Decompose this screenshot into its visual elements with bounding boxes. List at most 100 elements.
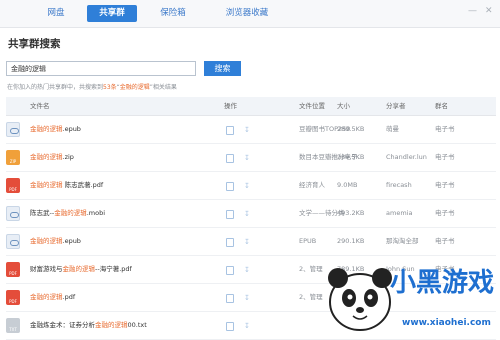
file-row[interactable]: 金融的逻辑.epub ↧ EPUB 290.1KB 那淘淘全部 电子书 [6, 228, 496, 256]
tab-wangpan[interactable]: 网盘 [35, 5, 77, 22]
file-type-label: TXT [9, 327, 17, 332]
download-icon[interactable]: ↧ [244, 182, 251, 190]
tab-browser-favorites[interactable]: 浏览器收藏 [210, 5, 284, 22]
download-icon[interactable]: ↧ [244, 238, 251, 246]
save-to-disk-icon[interactable] [226, 210, 234, 219]
close-icon[interactable]: ✕ [485, 7, 494, 16]
site-watermark-logo: 小黑游戏 www.xiaohei.com [320, 254, 500, 335]
search-input[interactable] [6, 61, 196, 76]
file-row[interactable]: ZIP 金融的逻辑.zip ↧ 数目本豆瓣推分电子... 289.5KB Chandler… [6, 144, 496, 172]
file-sharer[interactable]: amemia [386, 200, 412, 227]
file-row[interactable]: 金融的逻辑.epub ↧ 豆瓣图书TOP250 289.5KB 萌曼 电子书 [6, 116, 496, 144]
file-name-keyword: 金融的逻辑 [30, 293, 63, 301]
save-to-disk-icon[interactable] [226, 322, 234, 331]
pdf-file-icon: PDF [6, 178, 20, 193]
file-name[interactable]: 金融的逻辑.epub [30, 228, 81, 255]
result-keyword: 金融的逻辑 [119, 84, 150, 91]
file-size: 9.0MB [337, 181, 358, 189]
file-type-label: PDF [9, 271, 17, 276]
page-title: 共享群搜索 [8, 38, 61, 50]
file-name-prefix: 财富游戏与 [30, 265, 63, 273]
file-name-suffix: 00.txt [127, 321, 147, 329]
download-icon[interactable]: ↧ [244, 154, 251, 162]
summary-suffix: ”相关结果 [149, 84, 177, 91]
file-name-suffix: --海宁著.pdf [95, 265, 132, 273]
table-header: 文件名 操作 文件位置 大小 分享者 群名 [6, 97, 496, 116]
file-name[interactable]: 金融的逻辑.zip [30, 144, 74, 171]
file-type-label: PDF [9, 299, 17, 304]
file-row[interactable]: PDF 金融的逻辑 陈志武著.pdf ↧ 经济育人 9.0MB firecash 电子书 [6, 172, 496, 200]
file-name[interactable]: 陈志武--金融的逻辑.mobi [30, 200, 105, 227]
file-name-suffix: .epub [62, 237, 81, 245]
file-row[interactable]: 陈志武--金融的逻辑.mobi ↧ 文学——待分类 493.2KB amemia 电子书 [6, 200, 496, 228]
column-header-sharer[interactable]: 分享者 [386, 97, 406, 115]
column-header-position[interactable]: 文件位置 [299, 97, 325, 115]
txt-file-icon: TXT [6, 318, 20, 333]
column-header-size[interactable]: 大小 [337, 97, 350, 115]
file-sharer[interactable]: 那淘淘全部 [386, 228, 419, 255]
cloud-file-icon [6, 122, 20, 137]
file-size: 290.1KB [337, 237, 365, 245]
file-name-keyword: 金融的逻辑 [30, 237, 63, 245]
save-to-disk-icon[interactable] [226, 126, 234, 135]
pdf-file-icon: PDF [6, 290, 20, 305]
download-icon[interactable]: ↧ [244, 126, 251, 134]
file-name-suffix: 陈志武著.pdf [62, 181, 104, 189]
file-type-label: ZIP [9, 159, 17, 164]
save-to-disk-icon[interactable] [226, 238, 234, 247]
file-name-keyword: 金融的逻辑 [62, 265, 96, 273]
download-icon[interactable]: ↧ [244, 210, 251, 218]
download-icon[interactable]: ↧ [244, 294, 251, 302]
tab-share-group[interactable]: 共享群 [87, 5, 137, 22]
download-icon[interactable]: ↧ [244, 322, 251, 330]
file-name[interactable]: 财富游戏与金融的逻辑--海宁著.pdf [30, 256, 132, 283]
minimize-icon[interactable]: — [468, 7, 477, 16]
file-name[interactable]: 金融的逻辑.pdf [30, 284, 75, 311]
file-sharer[interactable]: 萌曼 [386, 116, 399, 143]
file-size: 493.2KB [337, 209, 365, 217]
watermark-title: 小黑游戏 [390, 268, 495, 298]
watermark-url: www.xiaohei.com [402, 318, 491, 328]
column-header-action: 操作 [224, 102, 237, 110]
file-size: 289.5KB [337, 153, 365, 161]
panda-mascot-icon [328, 268, 392, 331]
pdf-file-icon: PDF [6, 262, 20, 277]
summary-prefix: 在你加入的热门共享群中，共搜索到 [7, 84, 104, 91]
column-header-name[interactable]: 文件名 [30, 97, 50, 115]
tab-safe-box[interactable]: 保险箱 [147, 5, 199, 22]
file-name-keyword: 金融的逻辑 [30, 181, 63, 189]
save-to-disk-icon[interactable] [226, 266, 234, 275]
file-group[interactable]: 电子书 [435, 172, 455, 199]
file-name-prefix: 陈志武-- [30, 209, 55, 217]
zip-file-icon: ZIP [6, 150, 20, 165]
file-group[interactable]: 电子书 [435, 144, 455, 171]
cloud-file-icon [6, 234, 20, 249]
file-name[interactable]: 金融的逻辑.epub [30, 116, 81, 143]
file-name-keyword: 金融的逻辑 [30, 125, 63, 133]
search-button[interactable]: 搜索 [204, 61, 241, 76]
file-size: 289.5KB [337, 125, 365, 133]
search-result-summary: 在你加入的热门共享群中，共搜索到53条“金融的逻辑”相关结果 [7, 82, 177, 91]
file-name-keyword: 金融的逻辑 [30, 153, 63, 161]
result-count: 53条 [103, 84, 117, 91]
save-to-disk-icon[interactable] [226, 294, 234, 303]
file-name-keyword: 金融的逻辑 [54, 209, 87, 217]
file-name-prefix: 金融炼金术：证券分析 [30, 321, 95, 329]
file-type-label: PDF [9, 187, 17, 192]
top-tab-bar: 网盘 共享群 保险箱 浏览器收藏 — ✕ [0, 0, 500, 28]
file-name-suffix: .pdf [62, 293, 76, 301]
file-name-suffix: .epub [62, 125, 81, 133]
cloud-file-icon [6, 206, 20, 221]
file-group[interactable]: 电子书 [435, 116, 455, 143]
file-name-suffix: .mobi [86, 209, 106, 217]
file-name-keyword: 金融的逻辑 [95, 321, 128, 329]
download-icon[interactable]: ↧ [244, 266, 251, 274]
save-to-disk-icon[interactable] [226, 154, 234, 163]
column-header-group[interactable]: 群名 [435, 97, 448, 115]
save-to-disk-icon[interactable] [226, 182, 234, 191]
file-name[interactable]: 金融的逻辑 陈志武著.pdf [30, 172, 103, 199]
file-group[interactable]: 电子书 [435, 200, 455, 227]
file-sharer[interactable]: firecash [386, 172, 412, 199]
file-sharer[interactable]: Chandler.lun [386, 144, 427, 171]
file-group[interactable]: 电子书 [435, 228, 455, 255]
